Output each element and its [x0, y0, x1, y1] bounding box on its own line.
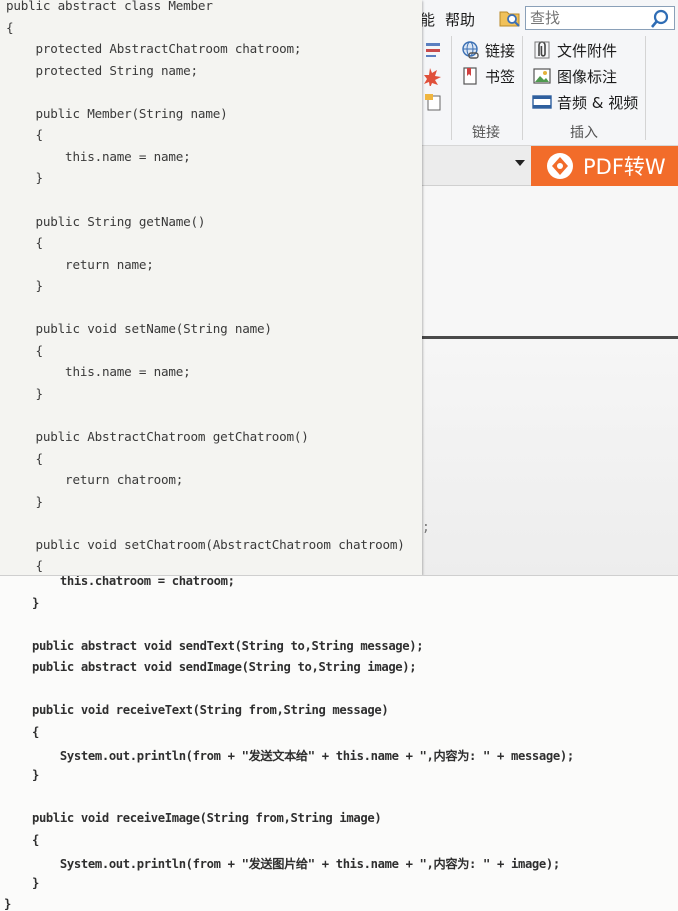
- image-annotation-icon: [533, 68, 551, 84]
- ribbon-separator: [522, 36, 523, 140]
- document-canvas-lower: [422, 339, 678, 575]
- code-line: public abstract void sendText(String to,…: [4, 638, 424, 653]
- code-line: }: [6, 493, 44, 509]
- link-group-label: 链接: [472, 125, 500, 141]
- code-screenshot-bottom: this.chatroom = chatroom; } public abstr…: [0, 575, 678, 911]
- image-annotation-button[interactable]: 图像标注: [532, 65, 617, 87]
- code-line: public void receiveText(String from,Stri…: [4, 703, 389, 718]
- menu-item-help[interactable]: 帮助: [445, 9, 475, 30]
- code-line: }: [4, 897, 11, 911]
- bookmark-button[interactable]: 书签: [460, 65, 515, 87]
- code-line: {: [6, 235, 44, 251]
- code-line: {: [4, 724, 39, 739]
- pdf-convert-label: PDF转W: [583, 155, 666, 179]
- search-input[interactable]: [526, 7, 646, 29]
- code-line: {: [6, 558, 44, 574]
- code-line: {: [6, 450, 44, 466]
- document-canvas: [422, 186, 678, 336]
- folder-search-icon[interactable]: [499, 8, 521, 28]
- insert-group-label: 插入: [570, 125, 598, 141]
- ribbon-separator: [451, 36, 452, 140]
- code-line: System.out.println(from + "发送图片给" + this…: [4, 857, 560, 872]
- code-line: return chatroom;: [6, 472, 184, 488]
- code-line: public void setName(String name): [6, 321, 272, 337]
- code-line: }: [4, 875, 39, 890]
- audio-video-button[interactable]: 音频 & 视频: [532, 91, 638, 113]
- code-line: protected String name;: [6, 62, 199, 78]
- image-annotation-label: 图像标注: [557, 67, 618, 86]
- page-layout-icon[interactable]: [424, 40, 444, 60]
- code-line: public abstract void sendImage(String to…: [4, 660, 417, 675]
- code-line: public abstract class Member: [6, 0, 213, 13]
- code-line: {: [4, 832, 39, 847]
- code-line: {: [6, 127, 44, 143]
- attach-page-icon[interactable]: [424, 92, 444, 112]
- stamp-icon[interactable]: [424, 66, 444, 86]
- code-line: }: [6, 278, 44, 294]
- search-field[interactable]: [525, 6, 675, 30]
- audio-video-label: 音频 & 视频: [557, 93, 639, 112]
- link-globe-icon: [462, 41, 479, 59]
- link-label: 链接: [485, 41, 516, 60]
- code-line: }: [4, 767, 39, 782]
- file-attachment-button[interactable]: 文件附件: [532, 39, 617, 61]
- bookmark-label: 书签: [485, 67, 516, 86]
- film-icon: [532, 95, 552, 109]
- code-line: {: [6, 19, 14, 35]
- code-line: public Member(String name): [6, 105, 228, 121]
- code-line: }: [6, 170, 44, 186]
- pdf-to-word-button[interactable]: PDF转W: [531, 146, 678, 186]
- code-line: this.name = name;: [6, 148, 191, 164]
- ribbon-separator: [645, 36, 646, 140]
- search-icon[interactable]: [650, 9, 670, 29]
- background-text-fragment: ;: [422, 520, 430, 535]
- code-line: return name;: [6, 256, 154, 272]
- code-line: public void receiveImage(String from,Str…: [4, 811, 382, 826]
- code-line: public AbstractChatroom getChatroom(): [6, 429, 309, 444]
- code-line: public void setChatroom(AbstractChatroom…: [6, 536, 405, 552]
- menu-item-feature[interactable]: 能: [420, 9, 435, 30]
- code-line: protected AbstractChatroom chatroom;: [6, 41, 302, 57]
- code-screenshot-top: public abstract class Member { protected …: [0, 0, 422, 575]
- bookmark-icon: [463, 67, 477, 85]
- link-button[interactable]: 链接: [460, 39, 515, 61]
- code-line: this.name = name;: [6, 364, 191, 380]
- pdf-convert-logo-icon: [547, 153, 573, 179]
- chevron-down-icon[interactable]: [514, 158, 526, 168]
- code-line: System.out.println(from + "发送文本给" + this…: [4, 749, 574, 764]
- paperclip-icon: [534, 41, 550, 59]
- code-line: }: [4, 595, 39, 610]
- code-line: }: [6, 385, 44, 401]
- code-line: public String getName(): [6, 213, 206, 229]
- code-line: this.chatroom = chatroom;: [4, 575, 235, 588]
- code-line: {: [6, 342, 44, 358]
- file-attachment-label: 文件附件: [557, 41, 618, 60]
